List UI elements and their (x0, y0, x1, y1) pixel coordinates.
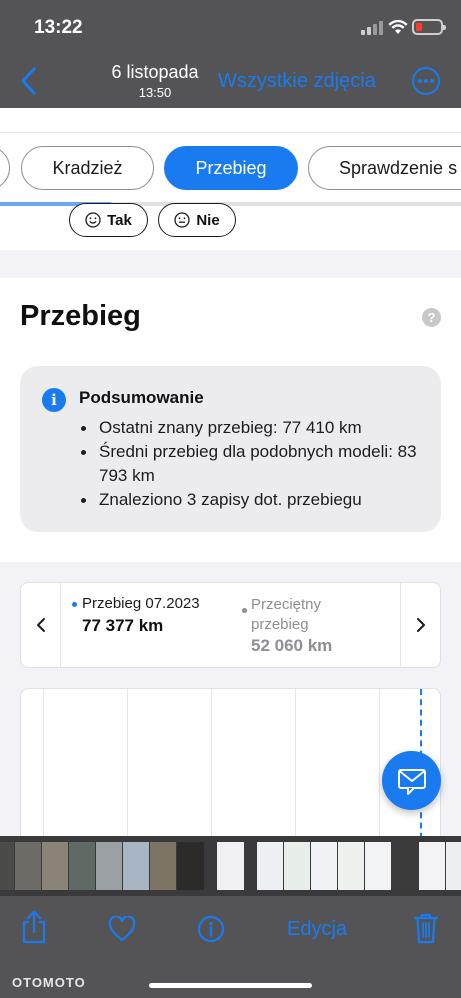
summary-item: Średni przebieg dla podobnych modeli: 83… (79, 440, 429, 488)
summary-box: i Podsumowanie Ostatni znany przebieg: 7… (20, 366, 441, 532)
photo-thumbnail[interactable] (257, 842, 283, 890)
wifi-icon (388, 19, 408, 34)
chart-gridline (211, 689, 212, 836)
report-content: Kradzież Przebieg Sprawdzenie s Tak Nie (0, 108, 461, 836)
summary-title: Podsumowanie (79, 388, 204, 407)
edit-button[interactable]: Edycja (287, 918, 347, 941)
chat-button[interactable] (382, 751, 441, 810)
tab-previous[interactable] (0, 146, 10, 190)
report-tabs: Kradzież Przebieg Sprawdzenie s (0, 146, 461, 190)
stats-next-button[interactable] (400, 583, 440, 667)
photo-thumbnail[interactable] (69, 842, 95, 890)
photo-thumbnail[interactable] (123, 842, 149, 890)
chart-gridline (295, 689, 296, 836)
chart-gridline (379, 689, 380, 836)
photo-thumbnail[interactable] (365, 842, 391, 890)
current-mileage-label: Przebieg 07.2023 (82, 595, 200, 612)
photo-thumbnail[interactable] (284, 842, 310, 890)
back-icon[interactable] (18, 66, 40, 96)
bottom-toolbar: Edycja OTOMOTO (0, 896, 461, 998)
share-icon[interactable] (21, 910, 47, 944)
photo-time: 13:50 (138, 85, 172, 100)
trash-icon[interactable] (413, 912, 439, 944)
more-options-icon[interactable] (412, 67, 440, 95)
tabs-scroll-track (0, 202, 461, 206)
status-time: 13:22 (34, 17, 83, 38)
smile-icon (85, 212, 101, 228)
photo-thumbnail[interactable] (42, 842, 68, 890)
feedback-no-label: Nie (196, 211, 220, 229)
neutral-face-icon (174, 212, 190, 228)
mileage-stats-card: Przebieg 07.2023 77 377 km Przeciętny pr… (20, 582, 441, 668)
photo-thumbnail[interactable] (419, 842, 445, 890)
help-icon[interactable]: ? (422, 308, 441, 327)
summary-item: Ostatni znany przebieg: 77 410 km (79, 416, 429, 440)
chevron-left-icon (37, 618, 45, 632)
message-icon (397, 768, 426, 795)
info-circle-icon[interactable] (197, 915, 225, 943)
info-icon: i (42, 388, 66, 412)
section-title: Przebieg (20, 300, 141, 332)
tab-kradziez[interactable]: Kradzież (21, 146, 154, 190)
photo-thumbnail[interactable] (150, 842, 176, 890)
photo-date: 6 listopada (111, 62, 199, 82)
mileage-section: Przebieg ? i Podsumowanie Ostatni znany … (0, 278, 461, 562)
photo-thumbnail[interactable] (311, 842, 337, 890)
stats-previous-button[interactable] (21, 583, 61, 667)
summary-list: Ostatni znany przebieg: 77 410 km Średni… (79, 416, 429, 512)
tab-przebieg[interactable]: Przebieg (164, 146, 298, 190)
home-indicator (149, 983, 312, 988)
photo-thumbnail[interactable] (446, 842, 461, 890)
chart-gridline (43, 689, 44, 836)
photo-thumbnail[interactable] (217, 842, 244, 890)
photo-thumbnail[interactable] (177, 842, 204, 890)
chart-gridline (127, 689, 128, 836)
photo-thumbnail-strip[interactable] (0, 836, 461, 896)
top-bar: 13:22 6 listopada 13:50 Wszystkie zdjęci… (0, 0, 461, 108)
photo-thumbnail[interactable] (0, 842, 14, 890)
feedback-yes-label: Tak (107, 211, 132, 229)
summary-item: Znaleziono 3 zapisy dot. przebiegu (79, 488, 429, 512)
divider (0, 132, 461, 133)
tabs-section: Kradzież Przebieg Sprawdzenie s Tak Nie (0, 108, 461, 250)
average-mileage-value: 52 060 km (251, 636, 333, 655)
average-mileage-label: Przeciętny przebieg (251, 596, 322, 633)
photo-thumbnail[interactable] (96, 842, 122, 890)
heart-icon[interactable] (108, 916, 136, 942)
battery-icon (412, 19, 446, 35)
feedback-no-button[interactable]: Nie (158, 203, 236, 237)
current-mileage-dot (72, 602, 77, 607)
watermark-logo: OTOMOTO (12, 975, 86, 990)
chevron-right-icon (417, 618, 425, 632)
average-mileage-dot (242, 608, 247, 613)
feedback-yes-button[interactable]: Tak (69, 203, 148, 237)
photo-thumbnail[interactable] (392, 842, 418, 890)
all-photos-link[interactable]: Wszystkie zdjęcia (218, 70, 376, 93)
photo-thumbnail[interactable] (15, 842, 41, 890)
current-mileage-value: 77 377 km (82, 616, 164, 635)
tab-sprawdzenie[interactable]: Sprawdzenie s (308, 146, 461, 190)
photo-thumbnail[interactable] (338, 842, 364, 890)
signal-icon (361, 21, 383, 35)
mileage-chart (20, 688, 441, 836)
